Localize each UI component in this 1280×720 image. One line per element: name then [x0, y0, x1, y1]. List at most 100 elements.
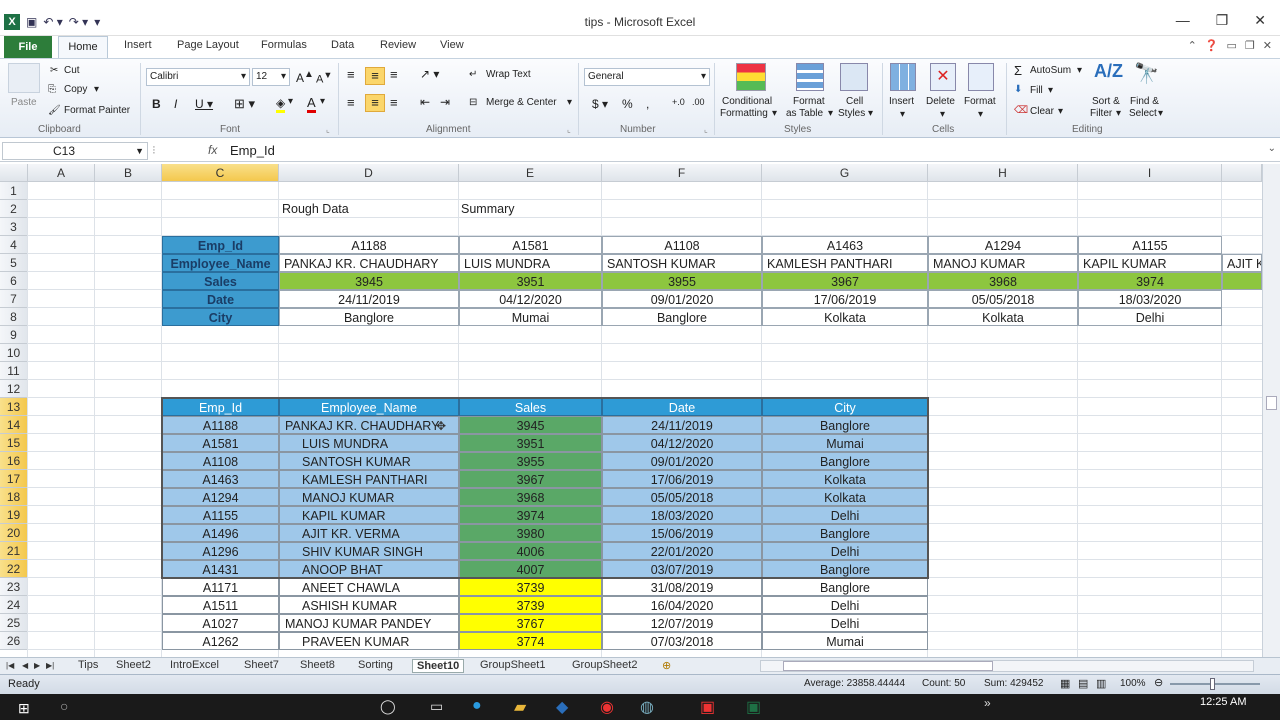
sheet-tab-groupsheet1[interactable]: GroupSheet1	[480, 659, 545, 671]
summary-sales-cell[interactable]: 3974	[1078, 272, 1222, 290]
alignment-launcher-icon[interactable]: ⌞	[567, 125, 571, 134]
summary-city-cell[interactable]: Delhi	[1078, 308, 1222, 326]
summary-city-cell[interactable]: Mumai	[459, 308, 602, 326]
summary-sales-cell[interactable]: 3951	[459, 272, 602, 290]
format-table-dropdown-icon[interactable]: ▾	[828, 108, 833, 119]
tab-view[interactable]: View	[440, 39, 464, 51]
row-header-15[interactable]: 15	[0, 434, 28, 452]
sheet-tab-groupsheet2[interactable]: GroupSheet2	[572, 659, 637, 671]
row-header-24[interactable]: 24	[0, 596, 28, 614]
row-header-18[interactable]: 18	[0, 488, 28, 506]
row-header-23[interactable]: 23	[0, 578, 28, 596]
column-header-b[interactable]: B	[95, 164, 162, 182]
summary-id-cell[interactable]: A1294	[928, 236, 1078, 254]
table-city-cell[interactable]: Banglore	[762, 560, 928, 578]
number-launcher-icon[interactable]: ⌞	[704, 125, 708, 134]
summary-id-cell[interactable]: A1155	[1078, 236, 1222, 254]
vertical-scroll-thumb[interactable]	[1266, 396, 1277, 410]
font-size-select[interactable]: 12 ▾	[252, 68, 290, 86]
taskbar-cortana-icon[interactable]: ◯	[380, 698, 396, 715]
autosum-dropdown-icon[interactable]: ▾	[1077, 65, 1082, 76]
taskbar-overflow-icon[interactable]: »	[984, 696, 991, 710]
table-id-cell[interactable]: A1171	[162, 578, 279, 596]
table-header-name[interactable]: Employee_Name	[279, 398, 459, 416]
row-header-25[interactable]: 25	[0, 614, 28, 632]
zoom-out-icon[interactable]: ⊖	[1154, 676, 1163, 689]
summary-sales-cell[interactable]: 3967	[762, 272, 928, 290]
fill-button[interactable]: Fill	[1030, 85, 1043, 96]
sheet-tab-sheet10[interactable]: Sheet10	[412, 659, 465, 673]
table-city-cell[interactable]: Mumai	[762, 434, 928, 452]
table-name-cell[interactable]: KAPIL KUMAR	[279, 506, 459, 524]
find-select-label-2[interactable]: Select	[1129, 108, 1157, 119]
row-header-6[interactable]: 6	[0, 272, 28, 290]
cell-summary-label[interactable]: Summary	[459, 200, 602, 218]
comma-icon[interactable]: ,	[646, 97, 649, 111]
table-date-cell[interactable]: 16/04/2020	[602, 596, 762, 614]
table-header-sales[interactable]: Sales	[459, 398, 602, 416]
table-id-cell[interactable]: A1431	[162, 560, 279, 578]
align-top-icon[interactable]: ≡	[347, 67, 355, 82]
row-header-9[interactable]: 9	[0, 326, 28, 344]
row-header-19[interactable]: 19	[0, 506, 28, 524]
align-left-icon[interactable]: ≡	[347, 95, 355, 110]
table-header-city[interactable]: City	[762, 398, 928, 416]
table-header-id[interactable]: Emp_Id	[162, 398, 279, 416]
table-sales-cell[interactable]: 3767	[459, 614, 602, 632]
name-box[interactable]: C13 ▼	[2, 142, 148, 160]
row-header-5[interactable]: 5	[0, 254, 28, 272]
cell-styles-label-1[interactable]: Cell	[846, 96, 863, 107]
fill-dropdown-icon[interactable]: ▾	[1048, 85, 1053, 96]
summary-sales-cell[interactable]: 3955	[602, 272, 762, 290]
doc-close-icon[interactable]: ✕	[1263, 39, 1272, 52]
table-id-cell[interactable]: A1581	[162, 434, 279, 452]
taskbar-edge-icon[interactable]: ●	[472, 697, 482, 715]
sheet-tab-tips[interactable]: Tips	[78, 659, 98, 671]
taskbar-task-view-icon[interactable]: ▭	[430, 698, 443, 715]
summary-sales-cell[interactable]: 3945	[279, 272, 459, 290]
table-id-cell[interactable]: A1496	[162, 524, 279, 542]
sheet-tab-sheet2[interactable]: Sheet2	[116, 659, 151, 671]
table-city-cell[interactable]: Kolkata	[762, 470, 928, 488]
table-id-cell[interactable]: A1296	[162, 542, 279, 560]
table-date-cell[interactable]: 04/12/2020	[602, 434, 762, 452]
insert-cells-button[interactable]: Insert	[889, 96, 914, 107]
tab-page-layout[interactable]: Page Layout	[177, 39, 239, 51]
row-header-14[interactable]: 14	[0, 416, 28, 434]
grow-font-icon[interactable]: A▲	[296, 69, 314, 85]
row-header-16[interactable]: 16	[0, 452, 28, 470]
sheet-tab-sheet8[interactable]: Sheet8	[300, 659, 335, 671]
table-city-cell[interactable]: Banglore	[762, 452, 928, 470]
summary-date-cell[interactable]: 17/06/2019	[762, 290, 928, 308]
summary-name-cell[interactable]: LUIS MUNDRA	[459, 254, 602, 272]
clear-button[interactable]: Clear	[1030, 106, 1054, 117]
summary-city-cell[interactable]: Banglore	[602, 308, 762, 326]
close-icon[interactable]: ✕	[1254, 12, 1266, 29]
summary-date-cell[interactable]: 24/11/2019	[279, 290, 459, 308]
formula-bar-collapse-icon[interactable]: ⁝	[152, 143, 156, 157]
number-format-select[interactable]: General ▾	[584, 68, 710, 86]
tab-formulas[interactable]: Formulas	[261, 39, 307, 51]
cut-button[interactable]: Cut	[64, 65, 80, 76]
sheet-tab-introexcel[interactable]: IntroExcel	[170, 659, 219, 671]
sort-filter-label-1[interactable]: Sort &	[1092, 96, 1120, 107]
insert-function-icon[interactable]: fx	[208, 143, 217, 157]
currency-icon[interactable]: $ ▾	[592, 97, 608, 111]
align-middle-icon[interactable]: ≡	[365, 67, 385, 85]
summary-name-cell-partial[interactable]: AJIT K	[1222, 254, 1262, 272]
column-header-h[interactable]: H	[928, 164, 1078, 182]
format-table-label-2[interactable]: as Table	[786, 108, 823, 119]
sort-filter-dropdown-icon[interactable]: ▾	[1116, 108, 1121, 119]
align-bottom-icon[interactable]: ≡	[390, 67, 398, 82]
table-name-cell[interactable]: MANOJ KUMAR PANDEY	[279, 614, 459, 632]
summary-name-cell[interactable]: KAMLESH PANTHARI	[762, 254, 928, 272]
row-header-2[interactable]: 2	[0, 200, 28, 218]
summary-name-cell[interactable]: SANTOSH KUMAR	[602, 254, 762, 272]
row-header-10[interactable]: 10	[0, 344, 28, 362]
tab-insert[interactable]: Insert	[124, 39, 152, 51]
doc-minimize-icon[interactable]: ▭	[1227, 39, 1237, 52]
expand-formula-icon[interactable]: ⌄	[1268, 143, 1276, 154]
clear-dropdown-icon[interactable]: ▾	[1058, 106, 1063, 117]
summary-id-cell[interactable]: A1188	[279, 236, 459, 254]
table-name-cell[interactable]: SHIV KUMAR SINGH	[279, 542, 459, 560]
